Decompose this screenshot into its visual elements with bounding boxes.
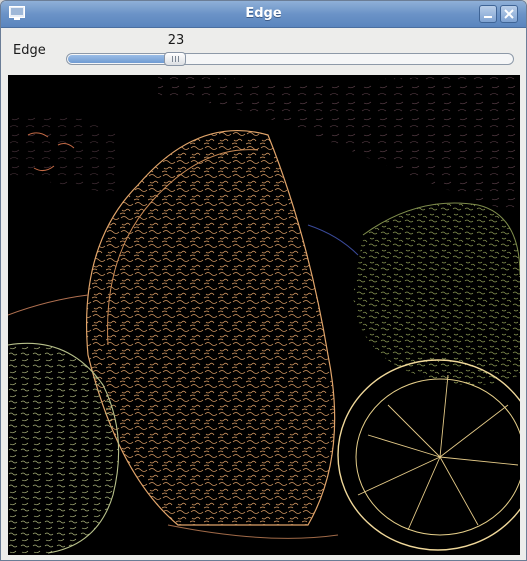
minimize-button[interactable] [479, 5, 497, 23]
slider-value: 23 [167, 33, 185, 48]
edge-label: Edge [13, 43, 46, 58]
close-icon [504, 9, 514, 19]
slider-thumb[interactable] [164, 52, 186, 66]
title-bar[interactable]: Edge [1, 1, 526, 28]
edge-threshold-slider[interactable] [66, 53, 514, 65]
edge-window: Edge Edge 23 [0, 0, 527, 561]
window-title: Edge [245, 6, 282, 21]
edge-detection-image [8, 75, 520, 555]
close-button[interactable] [500, 5, 518, 23]
minimize-icon [484, 16, 492, 18]
edge-image-canvas [8, 75, 520, 555]
